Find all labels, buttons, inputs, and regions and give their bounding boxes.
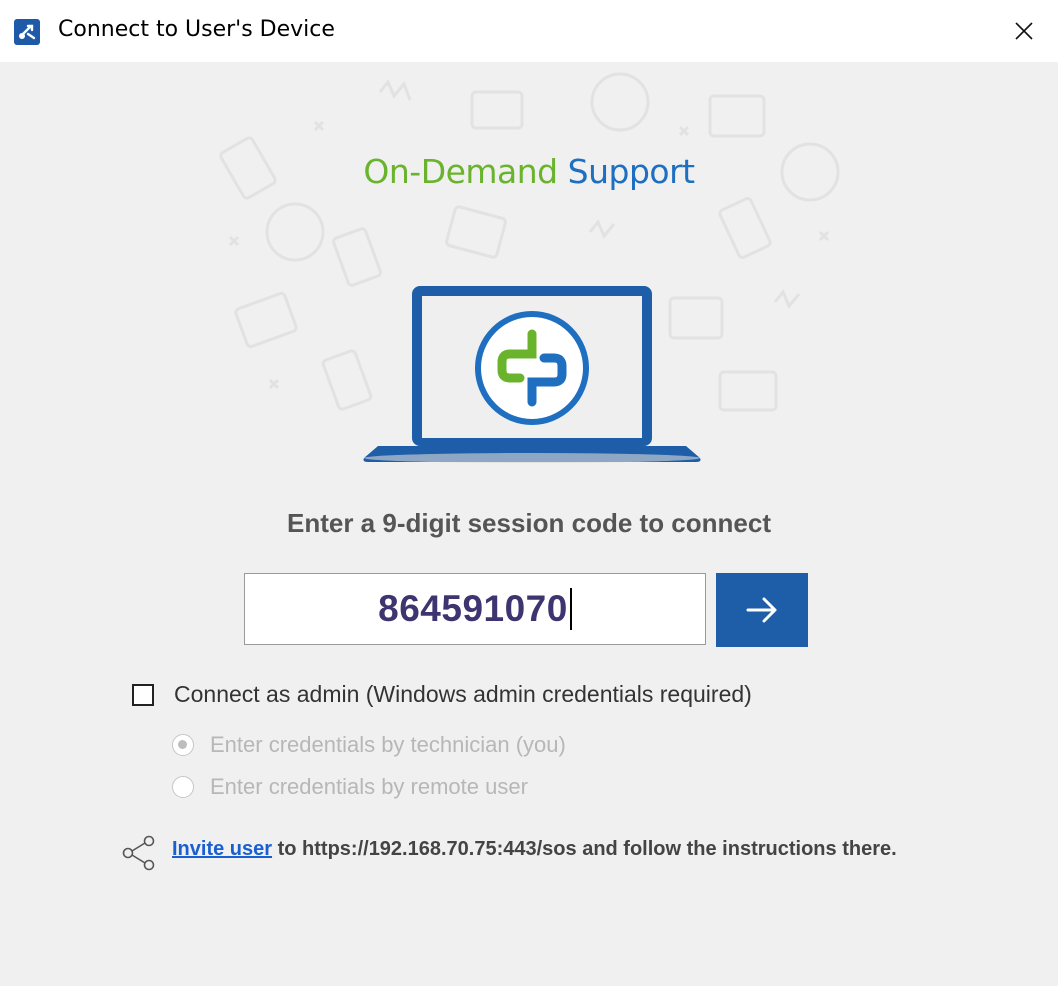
radio-button-remote-user[interactable] xyxy=(172,776,194,798)
invite-user-link[interactable]: Invite user xyxy=(172,838,272,860)
brand-title-part1: On-Demand xyxy=(363,152,558,191)
session-code-value: 864591070 xyxy=(378,588,568,629)
share-icon xyxy=(122,835,155,871)
hero-illustration xyxy=(190,62,870,492)
radio-button-technician[interactable] xyxy=(172,734,194,756)
invite-instructions: to https://192.168.70.75:443/sos and fol… xyxy=(272,838,897,860)
text-caret xyxy=(569,588,572,630)
radio-option-technician[interactable]: Enter credentials by technician (you) xyxy=(172,732,566,758)
invite-section: Invite user to https://192.168.70.75:443… xyxy=(120,834,980,872)
arrow-right-icon xyxy=(746,597,777,623)
remote-support-icon xyxy=(14,19,40,45)
close-button[interactable] xyxy=(1002,10,1046,52)
connect-as-admin-checkbox[interactable] xyxy=(132,683,154,706)
radio-option-remote-user[interactable]: Enter credentials by remote user xyxy=(172,774,528,800)
radio-label-technician: Enter credentials by technician (you) xyxy=(210,732,566,757)
window-title: Connect to User's Device xyxy=(58,17,335,42)
title-bar: Connect to User's Device xyxy=(0,0,1058,62)
invite-text: Invite user to https://192.168.70.75:443… xyxy=(172,834,962,865)
brand-title-part2: Support xyxy=(567,152,695,191)
session-code-input[interactable]: 864591070 xyxy=(244,573,706,645)
connect-as-admin-option[interactable]: Connect as admin (Windows admin credenti… xyxy=(132,681,752,708)
close-icon xyxy=(1015,22,1033,40)
session-code-prompt: Enter a 9-digit session code to connect xyxy=(287,508,771,538)
brand-title: On-Demand Support xyxy=(0,152,1058,191)
radio-label-remote-user: Enter credentials by remote user xyxy=(210,774,528,799)
connect-as-admin-label: Connect as admin (Windows admin credenti… xyxy=(174,681,752,707)
connect-button[interactable] xyxy=(716,573,808,647)
